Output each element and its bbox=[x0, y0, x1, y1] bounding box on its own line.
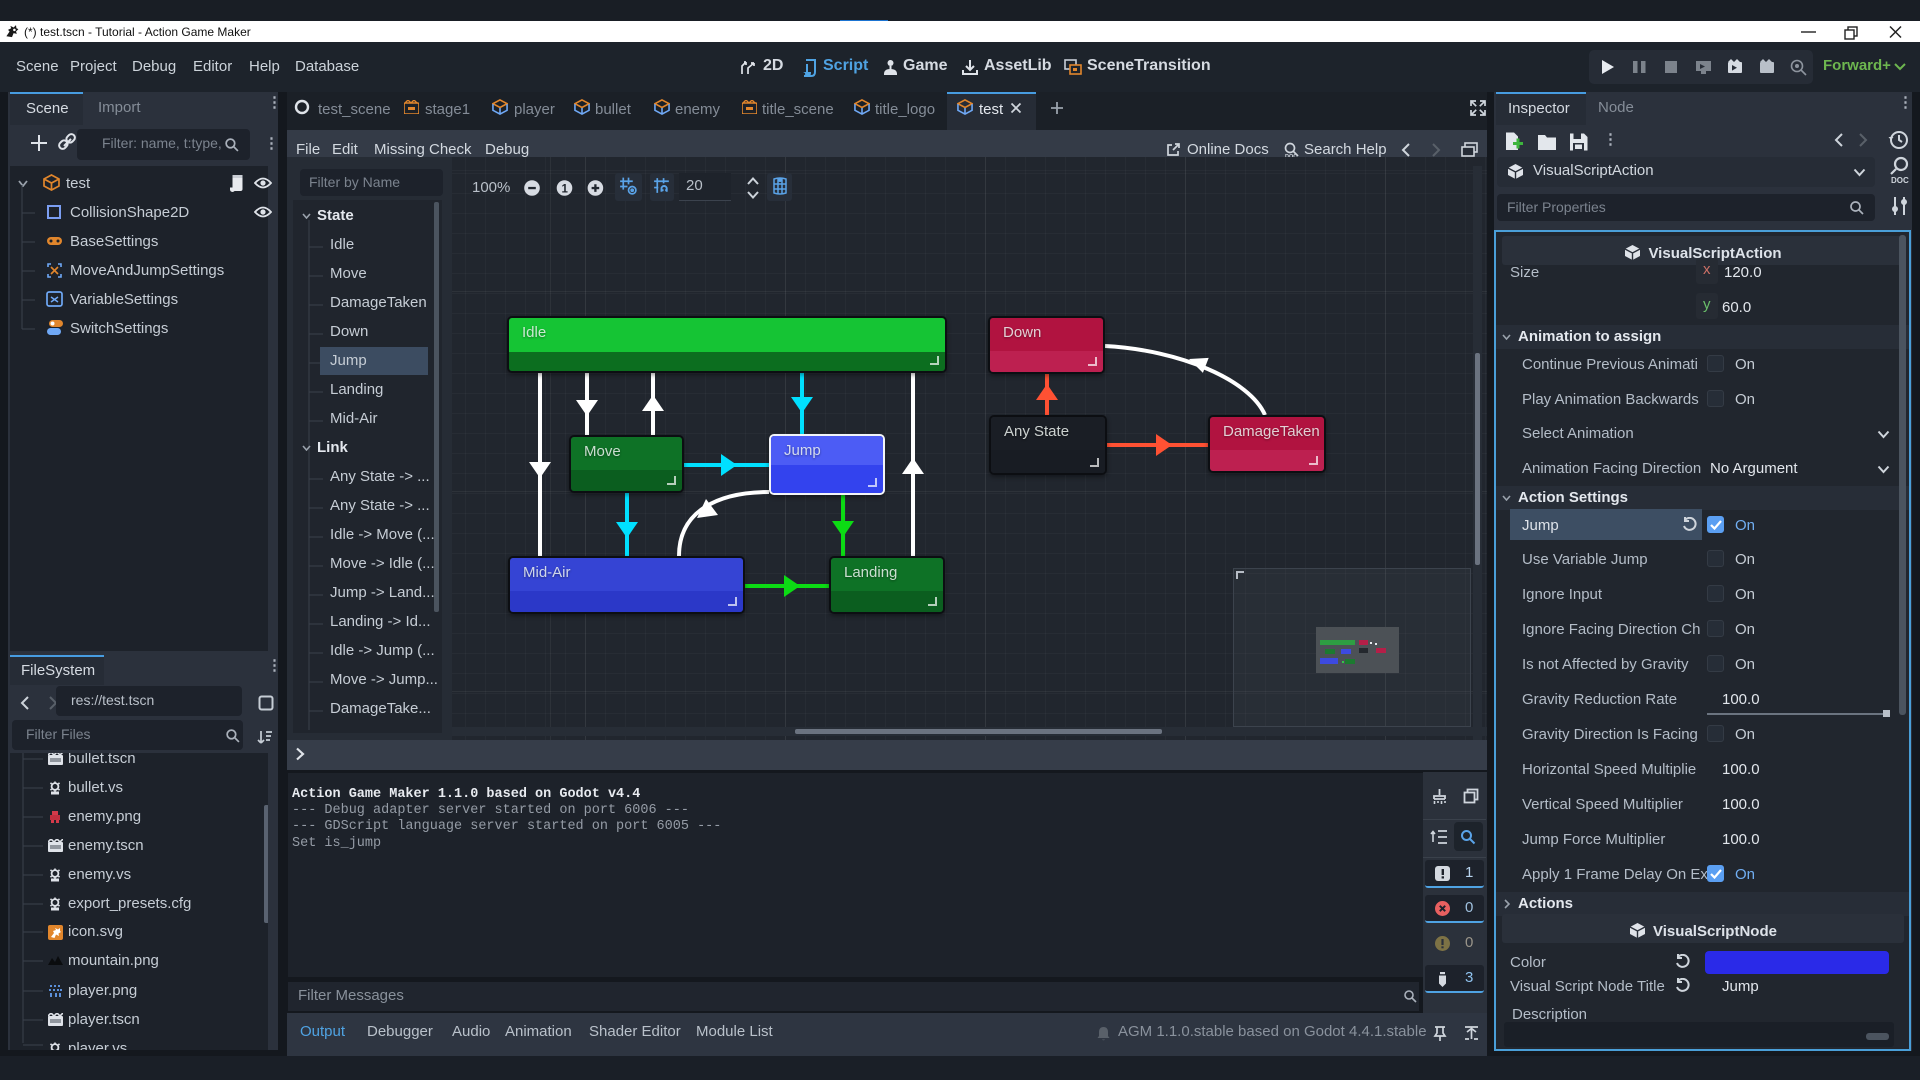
svg-text:1: 1 bbox=[562, 184, 569, 196]
svg-text:DOC: DOC bbox=[1891, 176, 1909, 184]
